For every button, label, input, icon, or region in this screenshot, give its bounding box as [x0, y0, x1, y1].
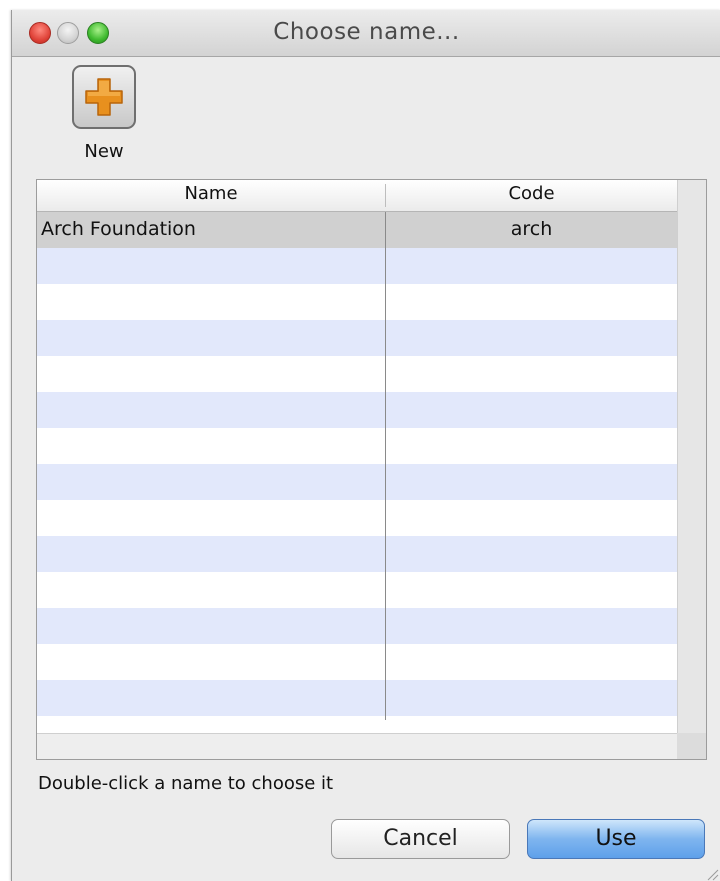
cell-code: arch [510, 218, 553, 240]
empty-row [37, 464, 677, 500]
table-row[interactable]: Arch Foundation arch [37, 212, 677, 248]
new-button-label[interactable]: New [68, 141, 140, 162]
window-title: Choose name... [273, 19, 460, 45]
column-divider [385, 212, 386, 720]
empty-row [37, 248, 677, 284]
cell-name: Arch Foundation [41, 218, 196, 240]
column-header-code[interactable]: Code [386, 183, 677, 204]
empty-row [37, 644, 677, 680]
names-table[interactable]: Name Code Arch Foundation arch [36, 179, 707, 760]
empty-row [37, 356, 677, 392]
vertical-scrollbar[interactable] [677, 180, 706, 733]
new-button[interactable] [72, 65, 136, 129]
empty-row [37, 392, 677, 428]
use-button[interactable]: Use [527, 819, 705, 859]
scroll-corner [677, 733, 706, 759]
cancel-button[interactable]: Cancel [331, 819, 510, 859]
empty-row [37, 608, 677, 644]
empty-row [37, 284, 677, 320]
hint-text: Double-click a name to choose it [38, 773, 334, 794]
resize-grip-icon[interactable] [705, 867, 719, 881]
empty-row [37, 572, 677, 608]
table-body[interactable]: Arch Foundation arch [37, 212, 677, 720]
empty-row [37, 500, 677, 536]
column-header-name[interactable]: Name [37, 183, 385, 204]
empty-row [37, 320, 677, 356]
horizontal-scrollbar[interactable] [37, 733, 677, 759]
empty-row [37, 536, 677, 572]
empty-row [37, 716, 677, 720]
empty-row [37, 428, 677, 464]
title-bar[interactable]: Choose name... [12, 10, 720, 57]
plus-icon [85, 78, 123, 116]
empty-row [37, 680, 677, 716]
table-header: Name Code [37, 180, 677, 212]
choose-name-dialog: Choose name... New Name Code Arch Founda… [11, 10, 720, 881]
